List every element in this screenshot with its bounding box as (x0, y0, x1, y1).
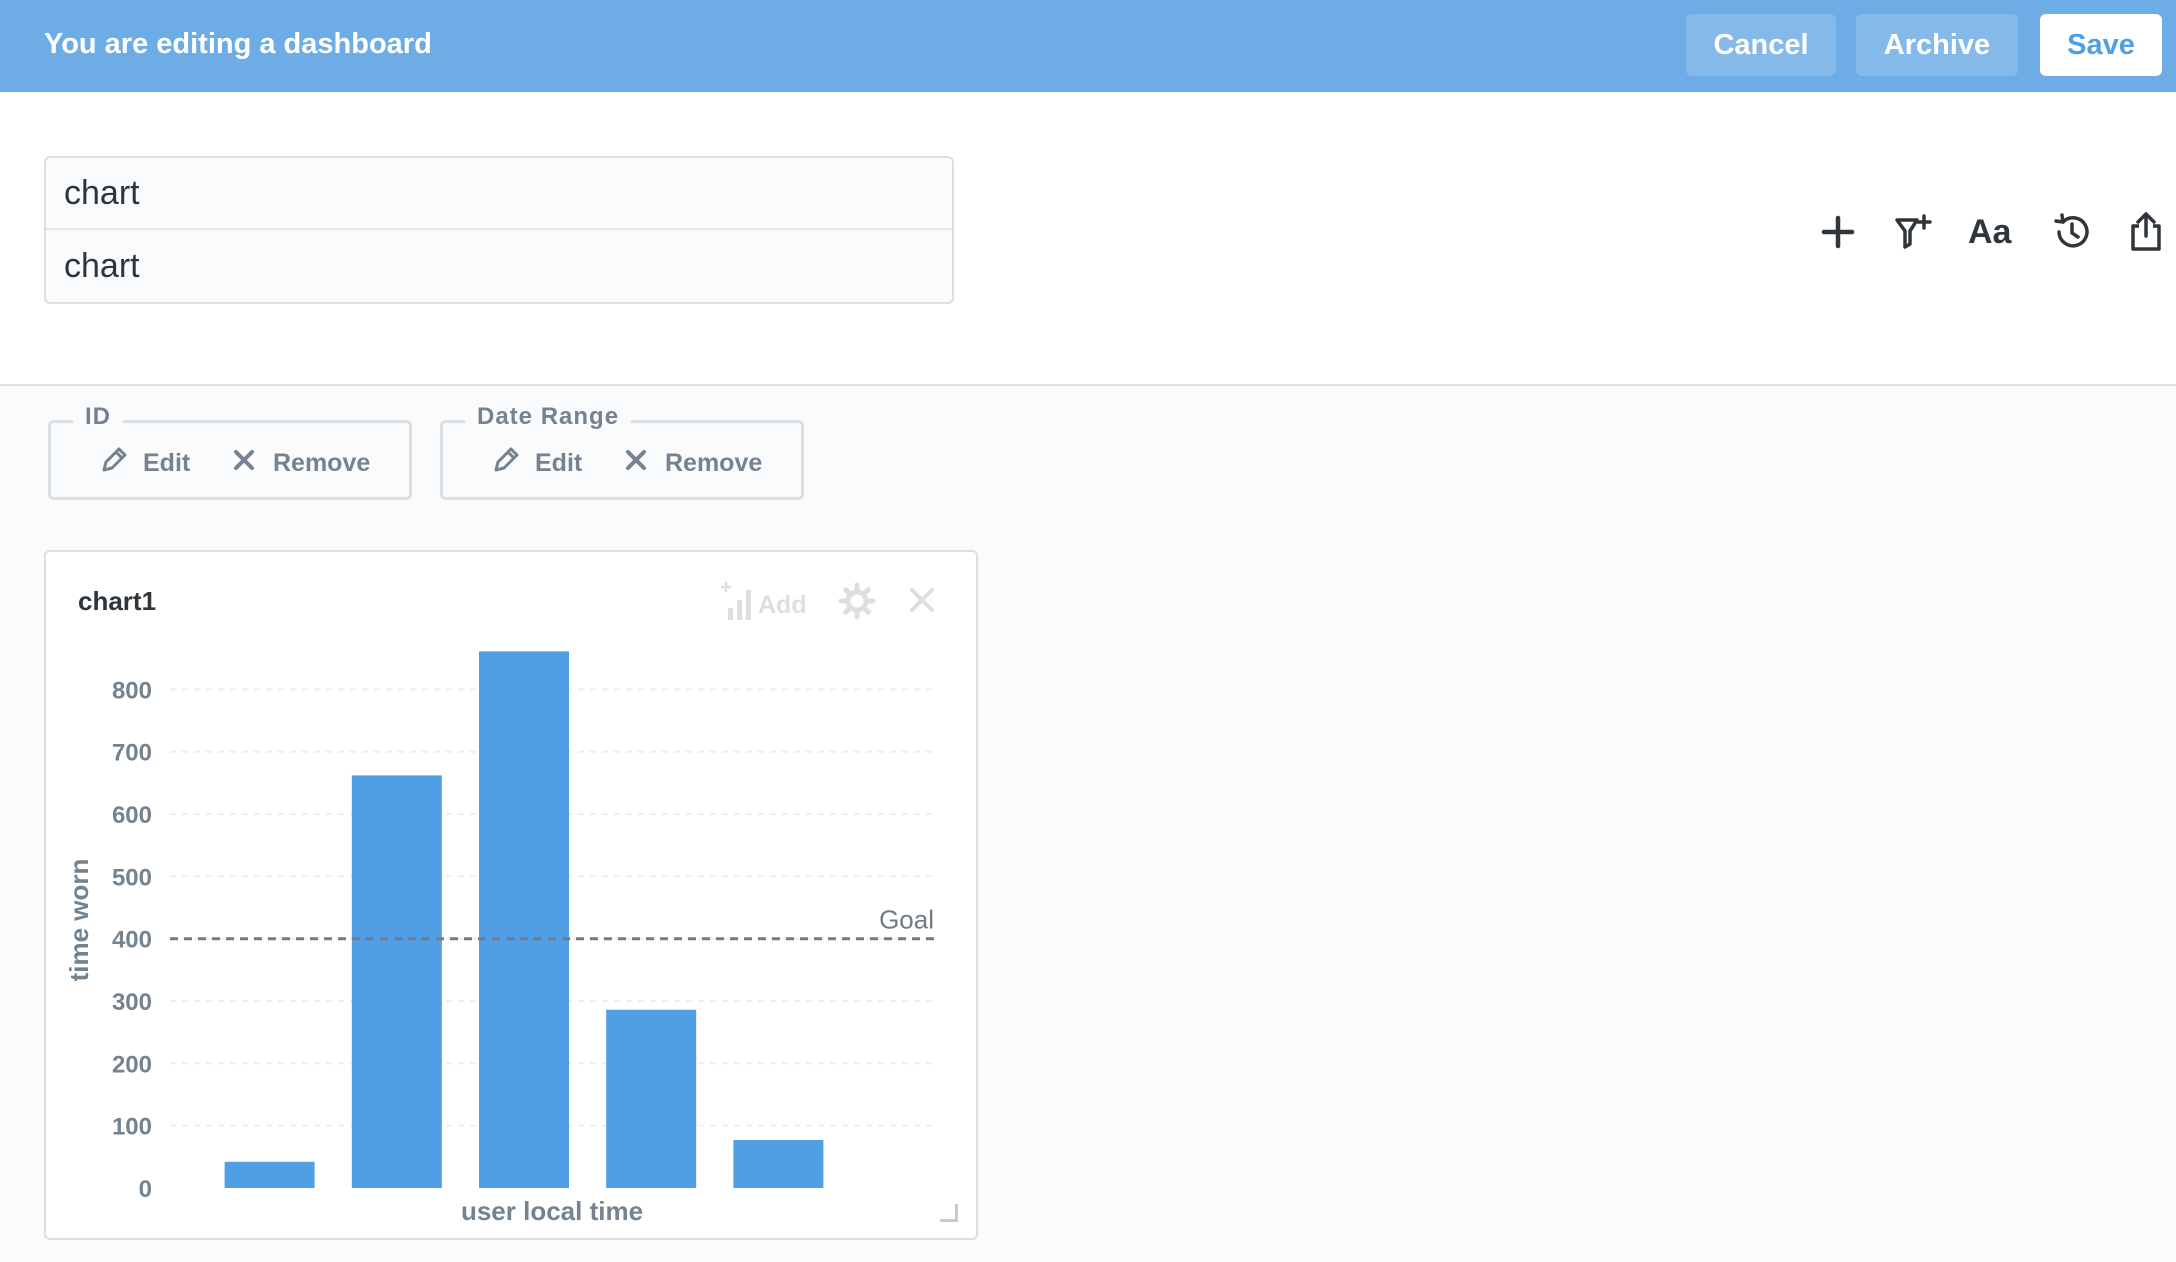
y-tick-label: 600 (112, 802, 152, 829)
close-icon (619, 443, 653, 484)
cancel-button[interactable]: Cancel (1686, 14, 1836, 76)
y-tick-label: 800 (112, 677, 152, 704)
gear-icon[interactable] (838, 582, 876, 620)
dashboard-header: Aa (0, 92, 2176, 386)
x-axis-label: user local time (461, 1196, 643, 1226)
edit-filter-button[interactable]: Edit (97, 443, 190, 484)
bar (606, 1009, 697, 1188)
dashboard-title-box (44, 156, 954, 304)
filter-date-range[interactable]: Date Range Edit Remove (440, 403, 804, 500)
bar (479, 651, 569, 1188)
edit-mode-message: You are editing a dashboard (44, 28, 432, 60)
remove-filter-button[interactable]: Remove (619, 443, 762, 484)
pencil-icon (97, 443, 131, 484)
add-series-button[interactable]: Add (718, 580, 807, 631)
edit-label: Edit (143, 449, 191, 477)
edit-filter-button[interactable]: Edit (489, 443, 582, 484)
archive-button[interactable]: Archive (1856, 14, 2018, 76)
y-tick-label: 700 (112, 740, 152, 767)
bar (224, 1161, 315, 1188)
close-icon (227, 443, 261, 484)
resize-handle[interactable] (940, 1204, 958, 1222)
bar-chart: 0 100 200 300 400 500 600 700 800 Goal user local … (64, 651, 936, 1226)
y-tick-label: 0 (139, 1176, 152, 1203)
text-card-icon[interactable]: Aa (1968, 210, 2028, 254)
add-series-label: Add (758, 591, 807, 619)
edit-label: Edit (535, 449, 583, 477)
share-icon[interactable] (2124, 210, 2168, 254)
bar (351, 775, 442, 1188)
edit-mode-bar: You are editing a dashboard Cancel Archi… (0, 0, 2176, 92)
add-icon[interactable] (1816, 210, 1860, 254)
y-tick-label: 300 (112, 989, 152, 1016)
filter-label: Date Range (465, 403, 632, 431)
dashboard-card[interactable]: 0 100 200 300 400 500 600 700 800 Goal user local … (44, 550, 978, 1240)
filter-label: ID (73, 403, 123, 431)
dashboard-description-input[interactable] (46, 230, 952, 302)
add-series-icon (718, 580, 758, 631)
filter-id[interactable]: ID Edit Remove (48, 403, 412, 500)
y-tick-label: 400 (112, 927, 152, 954)
goal-label: Goal (879, 905, 934, 935)
y-tick-label: 200 (112, 1051, 152, 1078)
card-title: chart1 (78, 586, 157, 616)
y-tick-label: 500 (112, 864, 152, 891)
remove-label: Remove (273, 449, 371, 477)
pencil-icon (489, 443, 523, 484)
y-axis-label: time worn (64, 859, 94, 982)
remove-filter-button[interactable]: Remove (227, 443, 370, 484)
save-button[interactable]: Save (2040, 14, 2162, 76)
filter-add-icon[interactable] (1892, 210, 1936, 254)
history-icon[interactable] (2050, 210, 2094, 254)
remove-card-icon[interactable] (904, 582, 940, 618)
dashboard-title-input[interactable] (46, 158, 952, 230)
bar (733, 1140, 824, 1188)
remove-label: Remove (665, 449, 763, 477)
y-tick-label: 100 (112, 1114, 152, 1141)
